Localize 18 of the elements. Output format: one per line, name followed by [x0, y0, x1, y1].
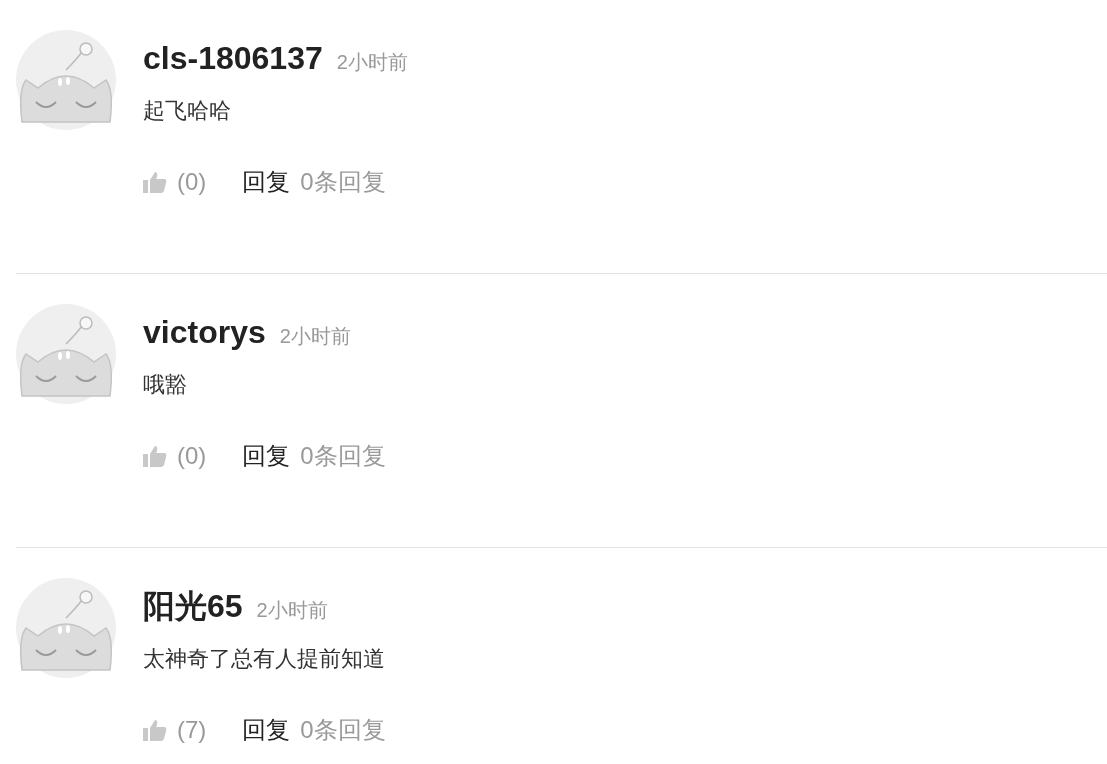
- comment-time: 2小时前: [336, 50, 408, 75]
- username[interactable]: 阳光65: [143, 586, 243, 626]
- like-count: (7): [177, 715, 207, 745]
- thumbs-up-icon[interactable]: [143, 719, 167, 741]
- reply-button[interactable]: 回复: [242, 438, 291, 474]
- reply-button[interactable]: 回复: [242, 712, 291, 748]
- username[interactable]: victorys: [143, 312, 266, 352]
- comment-time: 2小时前: [279, 324, 351, 349]
- comment-text: 起飞哈哈: [143, 97, 232, 125]
- comment-text: 太神奇了总有人提前知道: [143, 645, 386, 673]
- username[interactable]: cls-1806137: [143, 38, 323, 78]
- thumbs-up-icon[interactable]: [143, 445, 167, 467]
- thumbs-up-icon[interactable]: [143, 171, 167, 193]
- comment-time: 2小时前: [256, 598, 328, 623]
- like-count: (0): [177, 441, 207, 471]
- comment-text: 哦豁: [143, 371, 188, 399]
- reply-button[interactable]: 回复: [242, 164, 291, 200]
- like-count: (0): [177, 167, 207, 197]
